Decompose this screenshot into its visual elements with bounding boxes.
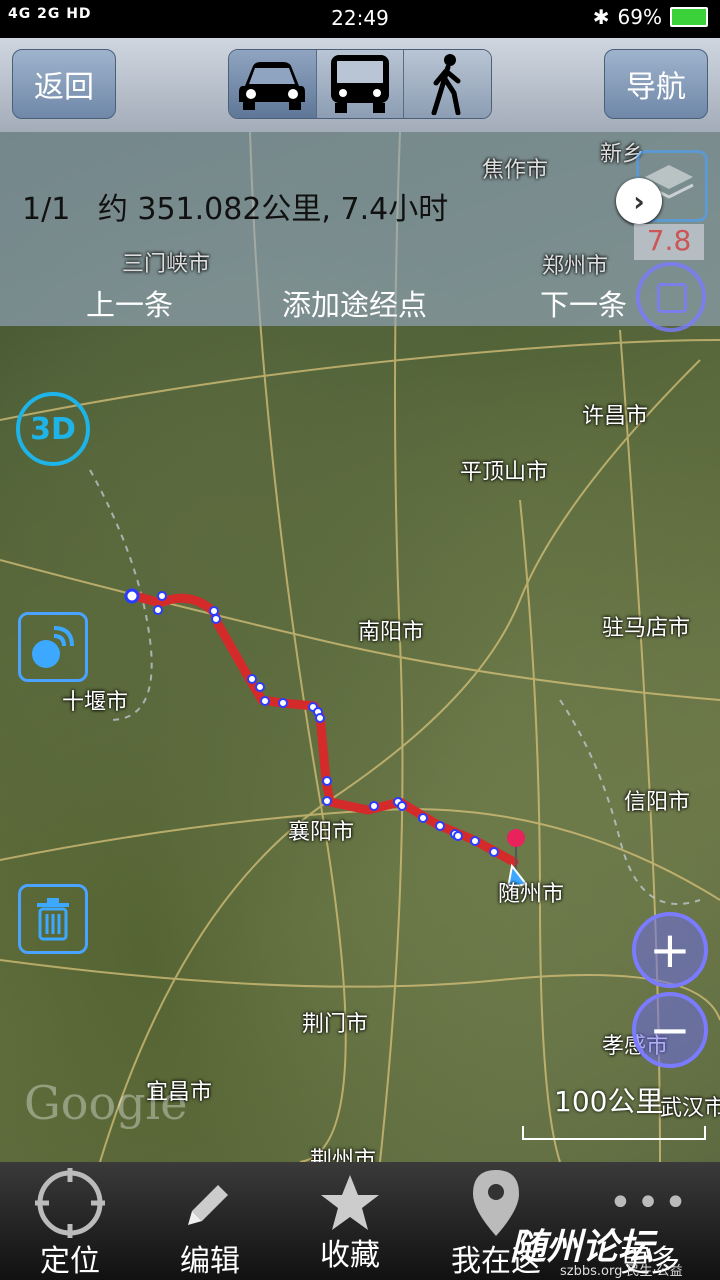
car-icon xyxy=(239,62,306,110)
tab-favorite[interactable]: 收藏 xyxy=(280,1162,420,1280)
chevron-right-icon: › xyxy=(633,184,645,218)
crosshair-icon xyxy=(35,1168,105,1238)
route-summary: 1/1 约 351.082公里, 7.4小时 xyxy=(22,184,466,228)
add-waypoint-button[interactable]: 添加途经点 xyxy=(282,282,427,324)
car-mode-button[interactable] xyxy=(229,50,317,118)
city-label: 平顶山市 xyxy=(460,460,549,485)
zoom-in-button[interactable]: + xyxy=(632,912,708,988)
minus-icon: − xyxy=(649,1001,691,1059)
transport-mode-selector xyxy=(228,49,492,119)
expand-arrow-button[interactable]: › xyxy=(616,178,662,224)
square-icon xyxy=(657,283,687,313)
scale-bar xyxy=(522,1126,706,1140)
watermark-subtitle: szbbs.org 民生·公益 xyxy=(560,1264,683,1279)
tab-label: 定位 xyxy=(40,1244,100,1279)
zoom-level-badge: 7.8 xyxy=(634,224,704,260)
city-label: 三门峡市 xyxy=(122,252,211,277)
tab-label: 收藏 xyxy=(320,1238,380,1273)
signal-button[interactable] xyxy=(18,612,88,682)
route-index: 1/1 xyxy=(22,192,71,227)
google-logo: Google xyxy=(24,1076,188,1130)
battery-level: 69% xyxy=(617,5,662,29)
city-label: 十堰市 xyxy=(62,690,129,715)
trash-icon xyxy=(37,898,69,941)
walk-icon xyxy=(431,54,461,115)
city-label: 驻马店市 xyxy=(602,616,691,641)
scale-label: 100公里 xyxy=(554,1085,664,1118)
route-start-marker xyxy=(124,588,140,604)
tab-edit[interactable]: 编辑 xyxy=(140,1162,280,1280)
delete-route-button[interactable] xyxy=(18,884,88,954)
tab-label: 编辑 xyxy=(180,1244,240,1279)
pencil-icon xyxy=(188,1185,228,1225)
city-label: 南阳市 xyxy=(358,620,425,645)
status-bar: 4G 2G HD 22:49 ✱ 69% xyxy=(0,0,720,38)
bus-icon xyxy=(331,55,389,113)
city-label: 随州市 xyxy=(498,882,565,907)
compass-button[interactable] xyxy=(636,262,706,332)
city-label: 信阳市 xyxy=(624,790,691,815)
star-icon xyxy=(321,1175,379,1230)
navigate-button[interactable]: 导航 xyxy=(604,49,708,119)
3d-toggle-button[interactable]: 3D xyxy=(16,392,90,466)
prev-route-button[interactable]: 上一条 xyxy=(86,282,173,324)
city-label: 郑州市 xyxy=(542,254,609,279)
walk-mode-button[interactable] xyxy=(404,50,491,118)
city-label: 荆门市 xyxy=(302,1012,369,1037)
bus-mode-button[interactable] xyxy=(316,50,405,118)
city-label: 许昌市 xyxy=(582,404,649,429)
next-route-button[interactable]: 下一条 xyxy=(540,282,627,324)
zoom-out-button[interactable]: − xyxy=(632,992,708,1068)
satellite-dish-icon xyxy=(32,626,74,668)
battery-icon xyxy=(670,7,708,27)
city-label: 焦作市 xyxy=(482,158,549,183)
route-distance-time: 约 351.082公里, 7.4小时 xyxy=(97,192,449,227)
route-info-panel: 焦作市 新乡 三门峡市 郑州市 1/1 约 351.082公里, 7.4小时 上… xyxy=(0,132,720,332)
plus-icon: + xyxy=(649,921,691,979)
city-label: 襄阳市 xyxy=(288,820,355,845)
city-label: 武汉市 xyxy=(660,1096,720,1121)
tab-locate[interactable]: 定位 xyxy=(0,1162,140,1280)
top-toolbar: 返回 导航 xyxy=(0,38,720,133)
bluetooth-icon: ✱ xyxy=(592,5,610,29)
back-button[interactable]: 返回 xyxy=(12,49,116,119)
